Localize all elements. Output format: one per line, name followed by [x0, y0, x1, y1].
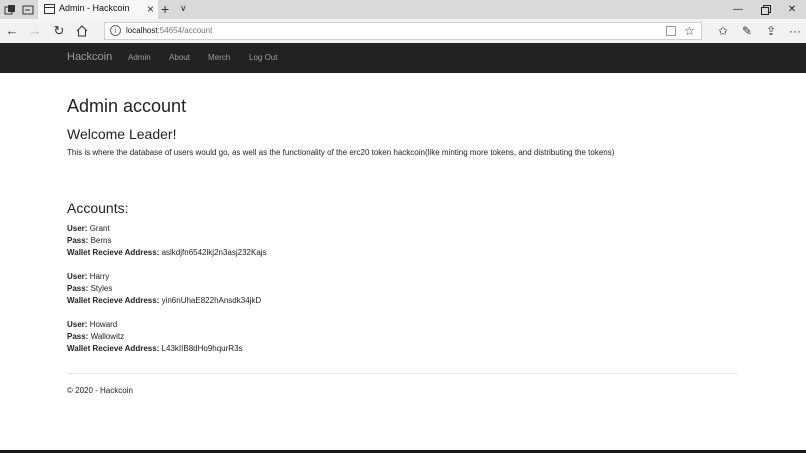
info-icon[interactable]: i: [110, 25, 121, 36]
account-user-line: User: Howard: [67, 319, 738, 331]
account-user-line: User: Harry: [67, 271, 738, 283]
wallet-value: yin6nUhaE822hAnsdk34jkD: [161, 296, 262, 305]
tab-menu-chevron-icon[interactable]: ∨: [180, 3, 187, 14]
nav-link-merch[interactable]: Merch: [208, 53, 230, 62]
intro-text: This is where the database of users woul…: [67, 148, 615, 157]
account-item: User: Howard Pass: Wallowitz Wallet Reci…: [67, 319, 738, 355]
favorites-icon[interactable]: ✩: [715, 23, 731, 39]
wallet-label: Wallet Recieve Address:: [67, 296, 160, 305]
more-icon[interactable]: ···: [787, 23, 803, 39]
wallet-value: aslkdjfn6542lkj2n3asj232Kajs: [161, 248, 267, 257]
pass-value: Styles: [90, 284, 113, 293]
restore-icon[interactable]: [752, 0, 780, 19]
close-tab-icon[interactable]: ×: [147, 1, 154, 17]
pass-value: Berns: [90, 236, 112, 245]
back-arrow-icon[interactable]: ←: [4, 23, 20, 39]
footer-divider: [67, 373, 738, 374]
account-pass-line: Pass: Wallowitz: [67, 331, 738, 343]
nav-link-admin[interactable]: Admin: [128, 53, 151, 62]
url-text: localhost:54654/account: [126, 26, 212, 35]
wallet-label: Wallet Recieve Address:: [67, 344, 160, 353]
favorite-star-icon[interactable]: ☆: [684, 23, 695, 39]
tab-title: Admin - Hackcoin: [59, 3, 130, 13]
pass-label: Pass:: [67, 236, 89, 245]
account-wallet-line: Wallet Recieve Address: aslkdjfn6542lkj2…: [67, 247, 738, 259]
account-item: User: Harry Pass: Styles Wallet Recieve …: [67, 271, 738, 307]
browser-address-bar: ← → ↻ i localhost:54654/account ☆ ✩ ✎ ⇪ …: [0, 19, 806, 43]
page-title: Admin account: [67, 96, 187, 116]
user-value: Grant: [89, 224, 110, 233]
user-value: Howard: [89, 320, 118, 329]
pass-label: Pass:: [67, 284, 89, 293]
url-host: localhost: [126, 26, 158, 35]
wallet-label: Wallet Recieve Address:: [67, 248, 160, 257]
account-wallet-line: Wallet Recieve Address: yin6nUhaE822hAns…: [67, 295, 738, 307]
accounts-heading: Accounts:: [67, 200, 129, 216]
tabs-aside-icon[interactable]: [22, 3, 34, 15]
account-user-line: User: Grant: [67, 223, 738, 235]
nav-link-logout[interactable]: Log Out: [249, 53, 277, 62]
browser-tab-bar: Admin - Hackcoin × + ∨ — ✕: [0, 0, 806, 19]
pass-label: Pass:: [67, 332, 89, 341]
url-input[interactable]: i localhost:54654/account ☆: [104, 22, 702, 40]
browser-tab-active[interactable]: Admin - Hackcoin ×: [38, 0, 158, 19]
footer-text: © 2020 - Hackcoin: [67, 386, 133, 395]
page-icon: [44, 4, 55, 14]
main-content: Admin account Welcome Leader! This is wh…: [67, 95, 738, 395]
brand-link[interactable]: Hackcoin: [67, 51, 112, 63]
user-label: User:: [67, 272, 88, 281]
minimize-icon[interactable]: —: [724, 0, 752, 19]
user-value: Harry: [89, 272, 110, 281]
refresh-icon[interactable]: ↻: [51, 23, 67, 39]
wallet-value: L43kIIB8dHo9hqurR3s: [161, 344, 243, 353]
account-wallet-line: Wallet Recieve Address: L43kIIB8dHo9hqur…: [67, 343, 738, 355]
site-navbar: Hackcoin Admin About Merch Log Out: [0, 43, 806, 73]
new-tab-icon[interactable]: +: [161, 0, 169, 18]
url-path: :54654/account: [157, 26, 213, 35]
welcome-heading: Welcome Leader!: [67, 126, 177, 142]
user-label: User:: [67, 320, 88, 329]
forward-arrow-icon[interactable]: →: [27, 23, 43, 39]
nav-link-about[interactable]: About: [169, 53, 190, 62]
account-pass-line: Pass: Styles: [67, 283, 738, 295]
home-icon[interactable]: [74, 23, 90, 39]
user-label: User:: [67, 224, 88, 233]
close-window-icon[interactable]: ✕: [778, 0, 806, 19]
reading-view-icon[interactable]: [666, 26, 676, 36]
pass-value: Wallowitz: [90, 332, 125, 341]
pen-icon[interactable]: ✎: [739, 23, 755, 39]
account-pass-line: Pass: Berns: [67, 235, 738, 247]
account-item: User: Grant Pass: Berns Wallet Recieve A…: [67, 223, 738, 259]
share-icon[interactable]: ⇪: [763, 23, 779, 39]
accounts-list: User: Grant Pass: Berns Wallet Recieve A…: [67, 223, 738, 355]
set-tabs-aside-icon[interactable]: [4, 3, 16, 15]
